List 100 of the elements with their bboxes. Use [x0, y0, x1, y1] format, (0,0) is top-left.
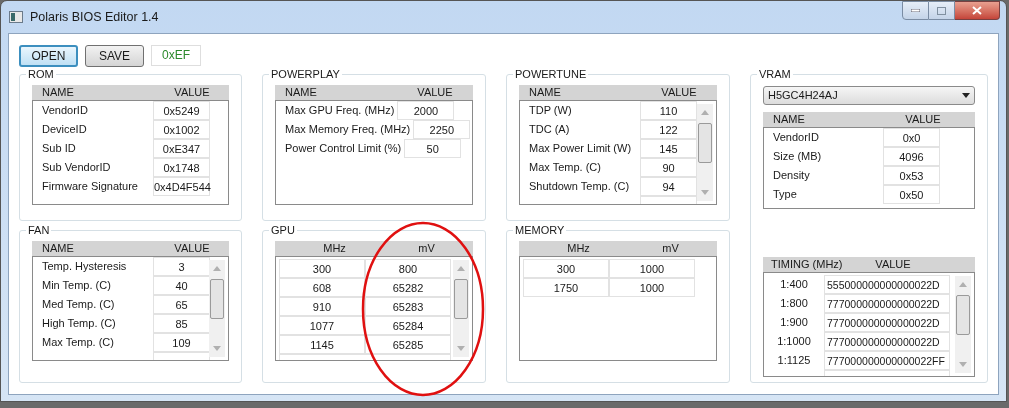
- row-label: Max Temp. (C): [41, 335, 115, 350]
- scroll-thumb[interactable]: [698, 123, 712, 163]
- column-header: NAME: [528, 87, 562, 98]
- value-field[interactable]: 800: [365, 259, 451, 278]
- scroll-up-icon[interactable]: [959, 282, 967, 287]
- row-label: Min Temp. (C): [41, 278, 112, 293]
- close-icon: [972, 6, 982, 15]
- row-label: TDP (W): [528, 103, 573, 118]
- value-field[interactable]: 1145: [279, 335, 365, 354]
- column-header: VALUE: [874, 259, 912, 270]
- group-title: POWERPLAY: [270, 69, 341, 80]
- value-field[interactable]: 777000000000000022D: [824, 294, 950, 313]
- scroll-down-icon[interactable]: [959, 362, 967, 367]
- value-field[interactable]: 777000000000000022D: [824, 332, 950, 351]
- value-field[interactable]: 65283: [365, 297, 451, 316]
- row-label: Firmware Signature: [41, 179, 139, 194]
- value-field[interactable]: 1750: [523, 278, 609, 297]
- value-field[interactable]: 4096: [883, 147, 940, 166]
- scrollbar[interactable]: [453, 260, 469, 357]
- checksum-field: 0xEF: [151, 45, 201, 66]
- row-label: TDC (A): [528, 122, 571, 137]
- scroll-up-icon[interactable]: [213, 266, 221, 271]
- value-field[interactable]: 0xE347: [153, 139, 210, 158]
- value-field[interactable]: 608: [279, 278, 365, 297]
- column-header: MHz: [566, 243, 591, 254]
- value-field[interactable]: 40: [153, 276, 210, 295]
- value-field[interactable]: 0x50: [883, 185, 940, 204]
- value-field[interactable]: 65: [153, 295, 210, 314]
- group-title: FAN: [27, 225, 51, 236]
- row-label: VendorID: [41, 103, 89, 118]
- dropdown[interactable]: H5GC4H24AJ: [763, 86, 975, 105]
- value-field[interactable]: 50: [404, 139, 462, 158]
- value-field[interactable]: 85: [153, 314, 210, 333]
- value-field[interactable]: 65285: [365, 335, 451, 354]
- row-label: 1:1000: [776, 334, 812, 349]
- value-field[interactable]: 777000000000000022FF: [824, 351, 950, 370]
- value-field[interactable]: 145: [640, 139, 697, 158]
- column-header: NAME: [284, 87, 318, 98]
- group-title: MEMORY: [514, 225, 566, 236]
- value-field[interactable]: 110: [640, 101, 697, 120]
- column-header: VALUE: [173, 87, 211, 98]
- scroll-down-icon[interactable]: [457, 346, 465, 351]
- value-field[interactable]: 910: [279, 297, 365, 316]
- row-label: Max Memory Freq. (MHz): [284, 122, 412, 137]
- value-field[interactable]: 1077: [279, 316, 365, 335]
- maximize-button[interactable]: [929, 1, 955, 20]
- value-field[interactable]: 109: [153, 333, 210, 352]
- row-label: Sub VendorID: [41, 160, 112, 175]
- column-header: NAME: [41, 87, 75, 98]
- row-label: Power Control Limit (%): [284, 141, 403, 156]
- scroll-thumb[interactable]: [956, 295, 970, 335]
- scroll-down-icon[interactable]: [701, 190, 709, 195]
- row-label: Density: [772, 168, 811, 183]
- scrollbar[interactable]: [697, 104, 713, 201]
- value-field[interactable]: 122: [640, 120, 697, 139]
- value-field[interactable]: 94: [640, 177, 697, 196]
- value-field[interactable]: 0x53: [883, 166, 940, 185]
- value-field[interactable]: 0x4D4F544: [153, 177, 210, 196]
- row-label: VendorID: [772, 130, 820, 145]
- column-header: NAME: [41, 243, 75, 254]
- minimize-button[interactable]: [902, 1, 929, 20]
- column-header: NAME: [772, 114, 806, 125]
- scrollbar[interactable]: [209, 260, 225, 357]
- value-field[interactable]: 777000000000000022D: [824, 313, 950, 332]
- value-field[interactable]: 0x1748: [153, 158, 210, 177]
- row-label: High Temp. (C): [41, 316, 117, 331]
- value-field[interactable]: 0x5249: [153, 101, 210, 120]
- column-header: mV: [661, 243, 680, 254]
- value-field[interactable]: 1000: [609, 259, 695, 278]
- column-header: TIMING (MHz): [770, 259, 844, 270]
- value-field[interactable]: 555000000000000022D: [824, 275, 950, 294]
- scroll-thumb[interactable]: [454, 279, 468, 319]
- value-field[interactable]: 3: [153, 257, 210, 276]
- row-label: Shutdown Temp. (C): [528, 179, 631, 194]
- value-field[interactable]: 65284: [365, 316, 451, 335]
- value-field[interactable]: 0x1002: [153, 120, 210, 139]
- scroll-down-icon[interactable]: [213, 346, 221, 351]
- row-label: Max Power Limit (W): [528, 141, 633, 156]
- row-label: Max GPU Freq. (MHz): [284, 103, 396, 118]
- value-field[interactable]: 1000: [609, 278, 695, 297]
- column-header: mV: [417, 243, 436, 254]
- scroll-up-icon[interactable]: [457, 266, 465, 271]
- value-field[interactable]: 90: [640, 158, 697, 177]
- value-field[interactable]: 2000: [397, 101, 455, 120]
- value-field[interactable]: 0x0: [883, 128, 940, 147]
- toolbar-button[interactable]: OPEN: [19, 44, 78, 67]
- value-field[interactable]: 2250: [413, 120, 471, 139]
- close-button[interactable]: [955, 1, 1000, 20]
- value-field[interactable]: 300: [279, 259, 365, 278]
- value-field[interactable]: 65282: [365, 278, 451, 297]
- row-label: Temp. Hysteresis: [41, 259, 128, 274]
- row-label: DeviceID: [41, 122, 88, 137]
- value-field[interactable]: 300: [523, 259, 609, 278]
- row-label: Sub ID: [41, 141, 77, 156]
- scroll-up-icon[interactable]: [701, 110, 709, 115]
- scrollbar[interactable]: [955, 276, 971, 373]
- scroll-thumb[interactable]: [210, 279, 224, 319]
- toolbar-button[interactable]: SAVE: [85, 44, 144, 67]
- row-label: Max Temp. (C): [528, 160, 602, 175]
- group-title: GPU: [270, 225, 296, 236]
